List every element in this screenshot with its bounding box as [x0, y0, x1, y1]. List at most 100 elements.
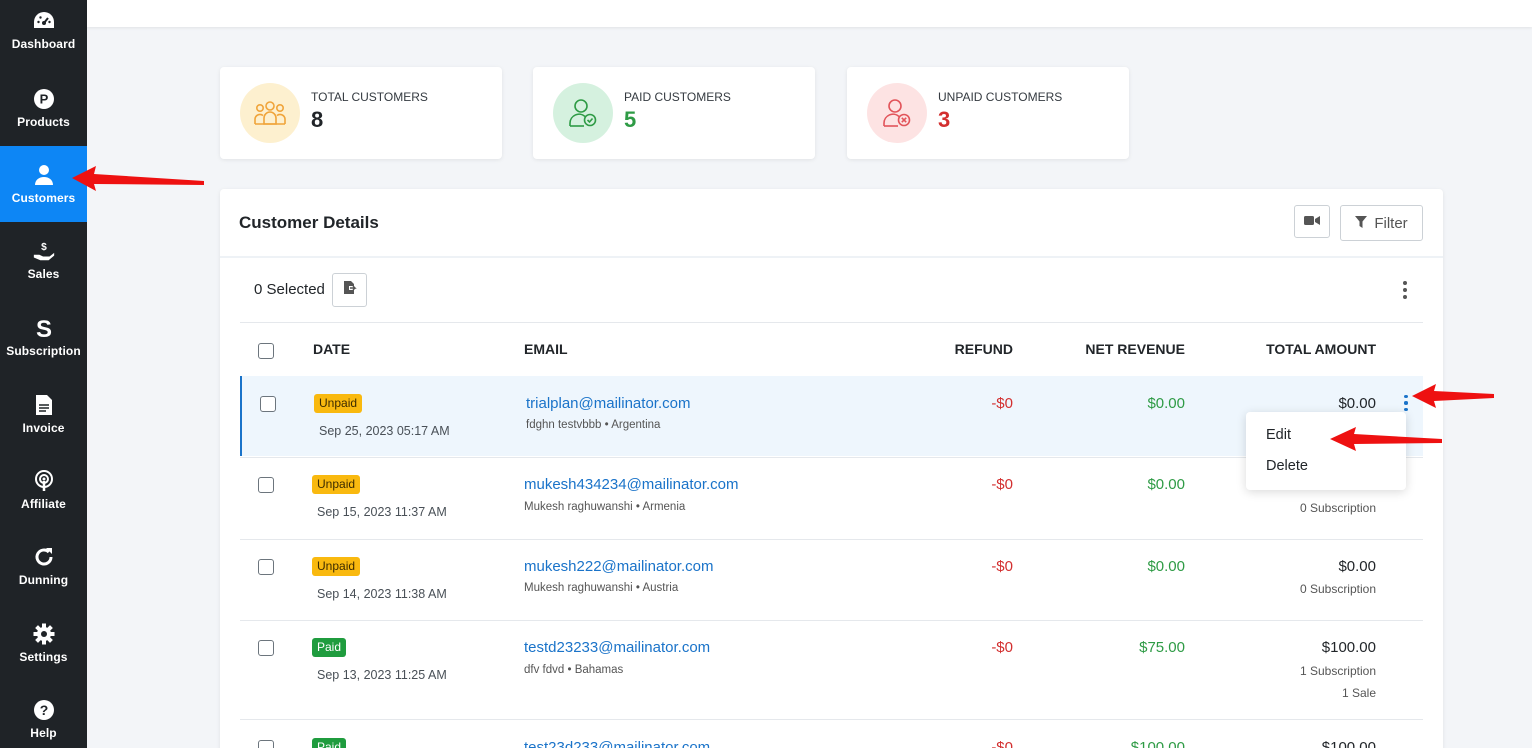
row-checkbox[interactable] — [260, 396, 276, 412]
row-total-amount: $100.00 — [1321, 739, 1376, 748]
column-header-email: EMAIL — [524, 341, 568, 357]
stat-card-unpaid-customers: UNPAID CUSTOMERS 3 — [847, 67, 1129, 159]
row-total-amount: $0.00 — [1338, 395, 1376, 412]
row-refund: -$0 — [991, 476, 1013, 493]
row-checkbox[interactable] — [258, 640, 274, 656]
sidebar-item-label: Help — [30, 726, 57, 740]
row-customer-info: Mukesh raghuwanshi • Austria — [524, 582, 679, 594]
table-row[interactable]: Unpaid Sep 14, 2023 11:38 AM mukesh222@m… — [240, 540, 1423, 620]
menu-item-edit[interactable]: Edit — [1266, 427, 1291, 443]
column-header-net-revenue: NET REVENUE — [1085, 341, 1185, 357]
svg-text:P: P — [39, 92, 48, 107]
sidebar-item-affiliate[interactable]: Affiliate — [0, 452, 87, 528]
row-date: Sep 25, 2023 05:17 AM — [319, 424, 450, 438]
stat-card-total-customers: TOTAL CUSTOMERS 8 — [220, 67, 502, 159]
stat-value: 8 — [311, 107, 324, 132]
sidebar-item-settings[interactable]: Settings — [0, 605, 87, 681]
export-button[interactable] — [332, 273, 367, 307]
sidebar-item-dunning[interactable]: Dunning — [0, 528, 87, 604]
products-icon: P — [32, 87, 56, 111]
sidebar-item-label: Dunning — [18, 573, 69, 587]
select-all-checkbox[interactable] — [258, 343, 274, 359]
sidebar-item-subscription[interactable]: S Subscription — [0, 299, 87, 375]
svg-text:S: S — [35, 316, 51, 340]
row-net-revenue: $0.00 — [1147, 558, 1185, 575]
sidebar-item-dashboard[interactable]: Dashboard — [0, 0, 87, 68]
row-email-link[interactable]: trialplan@mailinator.com — [526, 395, 690, 412]
table-row[interactable]: Paid Sep 13, 2023 11:25 AM testd23233@ma… — [240, 621, 1423, 719]
row-sale-count: 1 Sale — [1341, 686, 1376, 700]
sidebar-item-label: Affiliate — [21, 497, 66, 511]
top-bar — [87, 0, 1532, 27]
row-checkbox[interactable] — [258, 477, 274, 493]
selected-count: 0 Selected — [254, 281, 325, 298]
status-badge: Unpaid — [312, 557, 361, 576]
row-date: Sep 14, 2023 11:38 AM — [317, 587, 447, 601]
row-customer-info: dfv fdvd • Bahamas — [524, 664, 624, 676]
row-total-amount: $100.00 — [1321, 639, 1376, 656]
svg-text:$: $ — [41, 242, 47, 253]
export-icon — [343, 280, 357, 300]
row-customer-info: Mukesh raghuwanshi • Armenia — [524, 501, 686, 513]
row-subscription-count: 1 Subscription — [1299, 664, 1376, 678]
row-net-revenue: $75.00 — [1139, 639, 1185, 656]
video-camera-icon — [1304, 213, 1320, 231]
row-checkbox[interactable] — [258, 559, 274, 575]
menu-item-delete[interactable]: Delete — [1266, 458, 1308, 474]
stat-label: PAID CUSTOMERS — [624, 90, 731, 104]
divider — [220, 256, 1443, 258]
row-customer-info: fdghn testvbbb • Argentina — [526, 419, 661, 431]
user-check-icon — [553, 83, 613, 143]
row-email-link[interactable]: mukesh222@mailinator.com — [524, 558, 713, 575]
stat-label: UNPAID CUSTOMERS — [938, 90, 1063, 104]
status-badge: Paid — [312, 638, 347, 657]
divider — [240, 322, 1423, 323]
annotation-arrow-customers — [72, 166, 204, 191]
customer-icon — [32, 163, 56, 187]
row-actions-icon[interactable] — [1401, 395, 1411, 411]
row-checkbox[interactable] — [258, 740, 274, 748]
sidebar-item-label: Invoice — [22, 421, 65, 435]
row-refund: -$0 — [991, 739, 1013, 748]
row-refund: -$0 — [991, 639, 1013, 656]
user-x-icon — [867, 83, 927, 143]
stat-card-paid-customers: PAID CUSTOMERS 5 — [533, 67, 815, 159]
sidebar-item-products[interactable]: P Products — [0, 70, 87, 146]
row-refund: -$0 — [991, 558, 1013, 575]
row-subscription-count: 0 Subscription — [1299, 501, 1376, 515]
invoice-icon — [32, 393, 56, 417]
sales-icon: $ — [32, 239, 56, 263]
column-header-refund: REFUND — [954, 341, 1013, 357]
group-icon — [240, 83, 300, 143]
filter-button[interactable]: Filter — [1340, 205, 1423, 241]
sidebar-item-label: Subscription — [6, 344, 81, 358]
row-subscription-count: 0 Subscription — [1299, 582, 1376, 596]
row-date: Sep 13, 2023 11:25 AM — [317, 668, 447, 682]
table-row[interactable]: Paid test23d233@mailinator.com -$0 $100.… — [240, 720, 1423, 748]
sidebar-item-label: Dashboard — [11, 37, 76, 51]
status-badge: Unpaid — [312, 475, 361, 494]
dashboard-icon — [32, 9, 56, 33]
sidebar-item-sales[interactable]: $ Sales — [0, 222, 87, 298]
row-email-link[interactable]: mukesh434234@mailinator.com — [524, 476, 739, 493]
sidebar-item-help[interactable]: ? Help — [0, 681, 87, 748]
row-actions-menu: Edit Delete — [1246, 412, 1406, 490]
stat-value: 3 — [938, 107, 951, 132]
row-net-revenue: $100.00 — [1130, 739, 1185, 748]
row-email-link[interactable]: testd23233@mailinator.com — [524, 639, 710, 656]
sidebar-item-label: Sales — [27, 267, 60, 281]
dunning-icon — [32, 545, 56, 569]
sidebar-item-customers[interactable]: Customers — [0, 146, 87, 222]
more-options-icon[interactable] — [1400, 281, 1410, 299]
sidebar-item-label: Customers — [11, 191, 76, 205]
video-button[interactable] — [1294, 205, 1330, 238]
sidebar-item-label: Products — [17, 115, 70, 129]
row-net-revenue: $0.00 — [1147, 395, 1185, 412]
status-badge: Unpaid — [314, 394, 363, 413]
row-net-revenue: $0.00 — [1147, 476, 1185, 493]
stat-value: 5 — [624, 107, 637, 132]
sidebar-item-invoice[interactable]: Invoice — [0, 376, 87, 452]
row-email-link[interactable]: test23d233@mailinator.com — [524, 739, 710, 748]
column-header-date: DATE — [313, 341, 351, 357]
row-total-amount: $0.00 — [1338, 558, 1376, 575]
